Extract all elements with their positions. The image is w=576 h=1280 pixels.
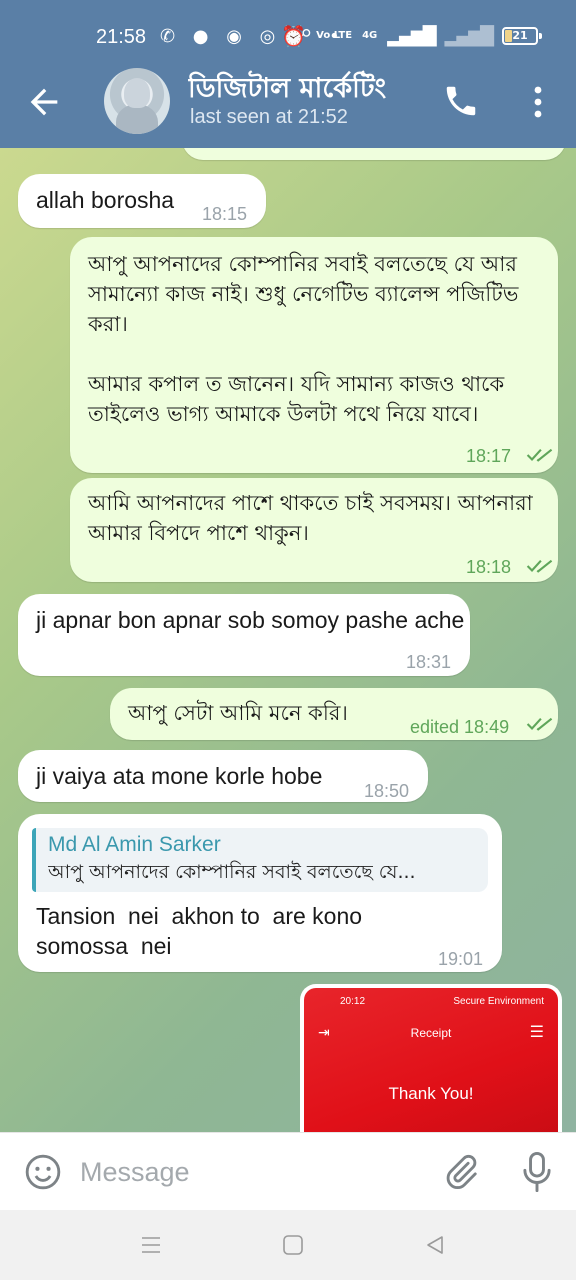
message-input-bar <box>0 1132 576 1210</box>
status-bar: 21:58 ✆ ● ◉ ◎ ☍ • ⏰ Vo LTE 4G ▂▄▆█ ▂▄▆█ … <box>0 0 576 72</box>
volte-label: Vo LTE <box>316 30 353 41</box>
message-text: ji vaiya ata mone korle hobe <box>36 763 323 789</box>
recent-apps-icon[interactable] <box>140 1234 162 1256</box>
message-text: ji apnar bon apnar sob somoy pashe ache <box>36 607 465 633</box>
avatar[interactable] <box>104 68 170 134</box>
system-nav-bar <box>0 1210 576 1280</box>
battery-icon: 21 <box>502 27 542 45</box>
signal-2-icon: ▂▄▆█ <box>444 25 494 47</box>
reply-text: আপু আপনাদের কোম্পানির সবাই বলতেছে যে... <box>48 861 416 883</box>
status-time: 21:58 <box>96 26 147 48</box>
message-bubble-outgoing[interactable]: আপু সেটা আমি মনে করি। edited 18:49 <box>110 688 558 740</box>
emoji-icon[interactable] <box>24 1153 62 1191</box>
more-options-icon[interactable] <box>528 84 548 120</box>
reply-author: Md Al Amin Sarker <box>48 833 221 856</box>
last-seen: last seen at 21:52 <box>190 106 348 128</box>
phone-call-icon[interactable] <box>442 82 480 120</box>
double-check-icon <box>526 559 553 573</box>
image-secure-label: Secure Environment <box>453 996 544 1007</box>
message-bubble-incoming-reply[interactable]: Md Al Amin Sarker আপু আপনাদের কোম্পানির … <box>18 814 502 972</box>
image-thanks-text: Thank You! <box>388 1084 474 1103</box>
message-text: Tansion nei akhon to are kono somossa ne… <box>36 903 369 959</box>
double-check-icon <box>526 448 553 462</box>
message-bubble-outgoing[interactable]: আপু আপনাদের কোম্পানির সবাই বলতেছে যে আর … <box>70 237 558 473</box>
message-bubble-incoming[interactable]: allah borosha 18:15 <box>18 174 266 228</box>
message-text: আপু আপনাদের কোম্পানির সবাই বলতেছে যে আর … <box>88 252 519 426</box>
network-label: 4G <box>362 30 378 41</box>
message-input[interactable] <box>80 1153 420 1191</box>
message-bubble-partial: 18:14 <box>182 148 566 160</box>
battery-level: 21 <box>512 29 528 42</box>
chat-header: 21:58 ✆ ● ◉ ◎ ☍ • ⏰ Vo LTE 4G ▂▄▆█ ▂▄▆█ … <box>0 0 576 148</box>
nav-back-icon[interactable] <box>424 1234 446 1256</box>
home-icon[interactable] <box>282 1234 304 1256</box>
hamburger-icon: ☰ <box>529 1024 544 1041</box>
alarm-icon: ⏰ <box>281 24 307 48</box>
reply-quote[interactable]: Md Al Amin Sarker আপু আপনাদের কোম্পানির … <box>32 828 488 892</box>
message-time: 18:17 <box>466 446 512 466</box>
signal-icon: ▂▄▆█ <box>387 25 436 47</box>
message-time: 18:50 <box>364 781 410 801</box>
image-receipt-title: Receipt <box>410 1026 452 1040</box>
message-time: 18:15 <box>202 204 248 224</box>
microphone-icon[interactable] <box>520 1151 554 1193</box>
chat-area[interactable]: 18:14 allah borosha 18:15 আপু আপনাদের কো… <box>0 148 576 1132</box>
message-text: আমি আপনাদের পাশে থাকতে চাই সবসময়। আপনার… <box>88 491 533 545</box>
message-time: edited 18:49 <box>410 717 510 737</box>
receipt-screenshot: 20:12 Secure Environment ⇥ Receipt ☰ Tha… <box>304 988 558 1132</box>
message-bubble-incoming[interactable]: ji apnar bon apnar sob somoy pashe ache … <box>18 594 470 676</box>
message-time: 18:31 <box>406 652 452 672</box>
message-time: 18:18 <box>466 557 512 577</box>
message-text: allah borosha <box>36 187 175 213</box>
message-time: 19:01 <box>438 949 484 969</box>
back-arrow-icon[interactable] <box>24 82 64 122</box>
message-text: আপু সেটা আমি মনে করি। <box>128 701 348 725</box>
image-message[interactable]: 20:12 Secure Environment ⇥ Receipt ☰ Tha… <box>300 984 562 1132</box>
attachment-icon[interactable] <box>442 1153 480 1191</box>
image-status-time: 20:12 <box>340 996 366 1007</box>
double-check-icon <box>526 717 553 731</box>
status-right: ⏰ Vo LTE 4G ▂▄▆█ ▂▄▆█ 21 <box>281 24 542 48</box>
message-bubble-incoming[interactable]: ji vaiya ata mone korle hobe 18:50 <box>18 750 428 802</box>
message-bubble-outgoing[interactable]: আমি আপনাদের পাশে থাকতে চাই সবসময়। আপনার… <box>70 478 558 582</box>
